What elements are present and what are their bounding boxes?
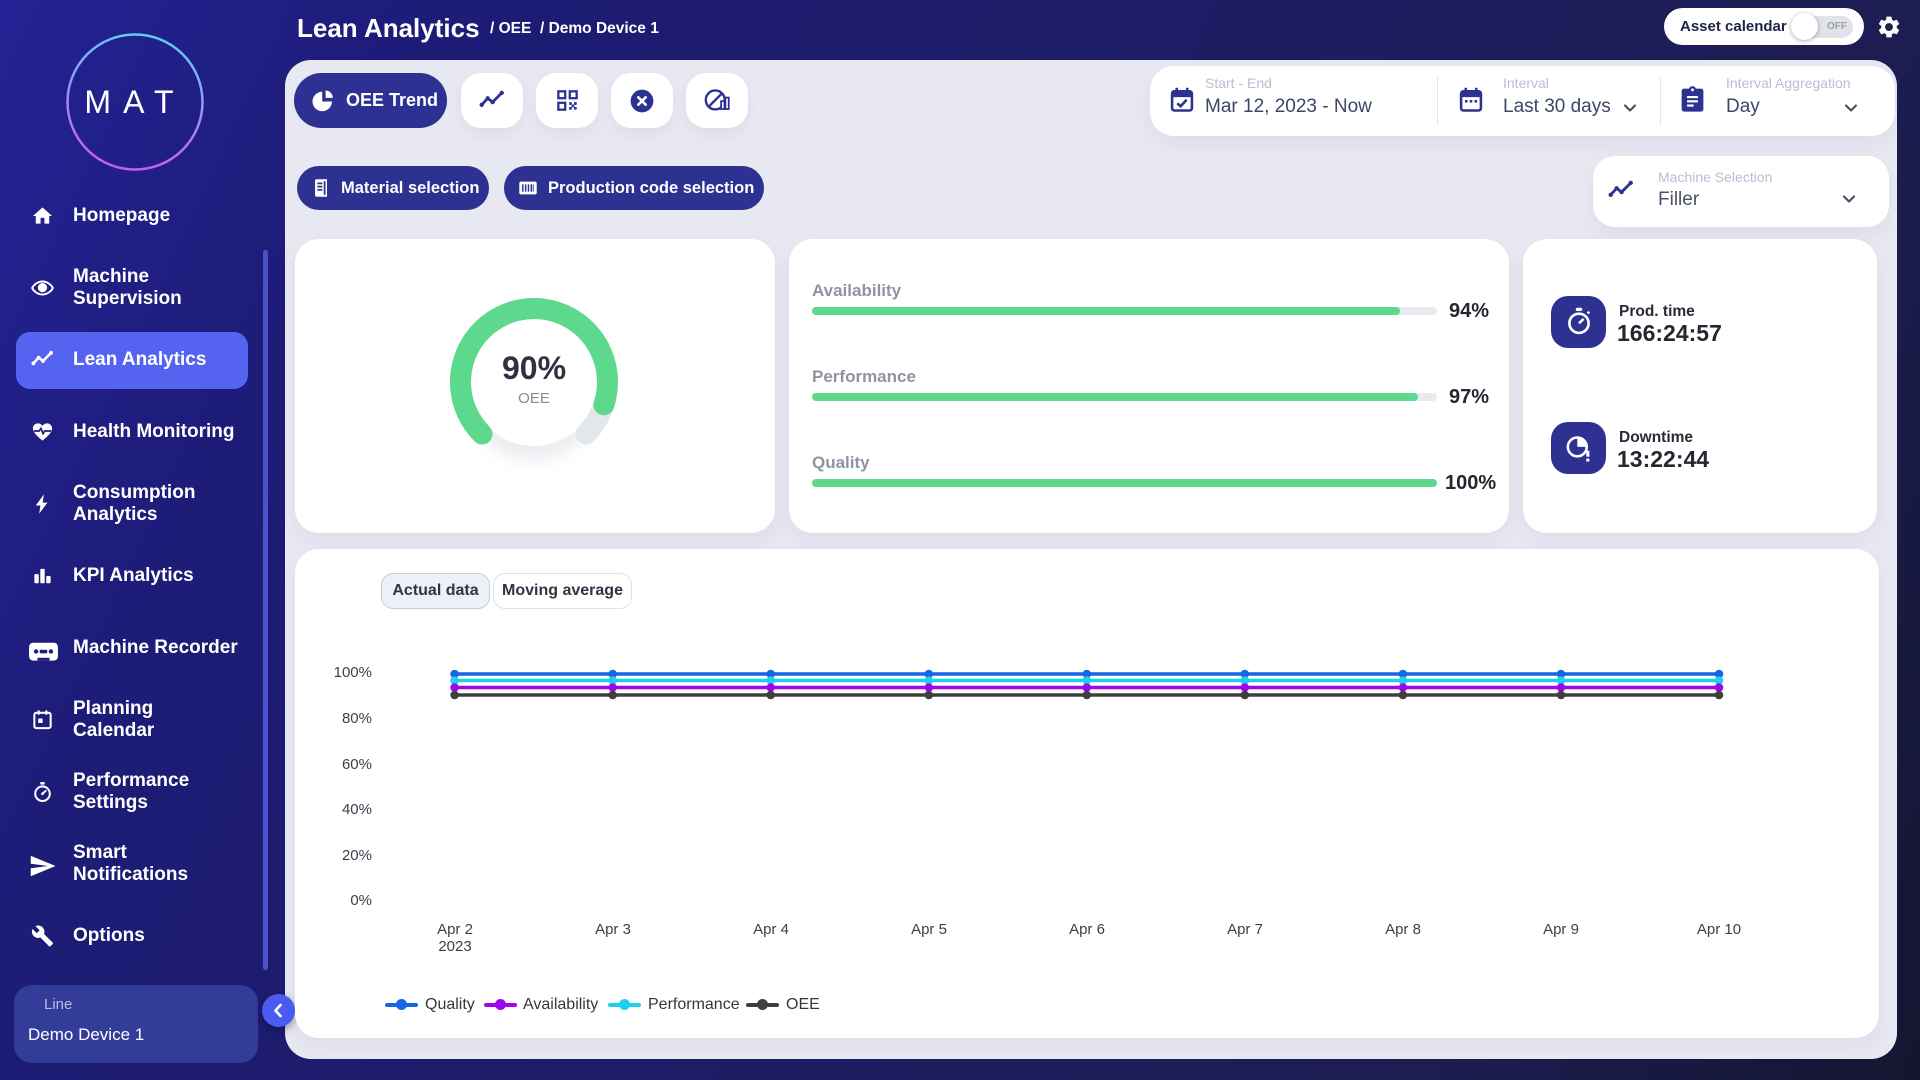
svg-text:MAT: MAT xyxy=(84,84,185,120)
